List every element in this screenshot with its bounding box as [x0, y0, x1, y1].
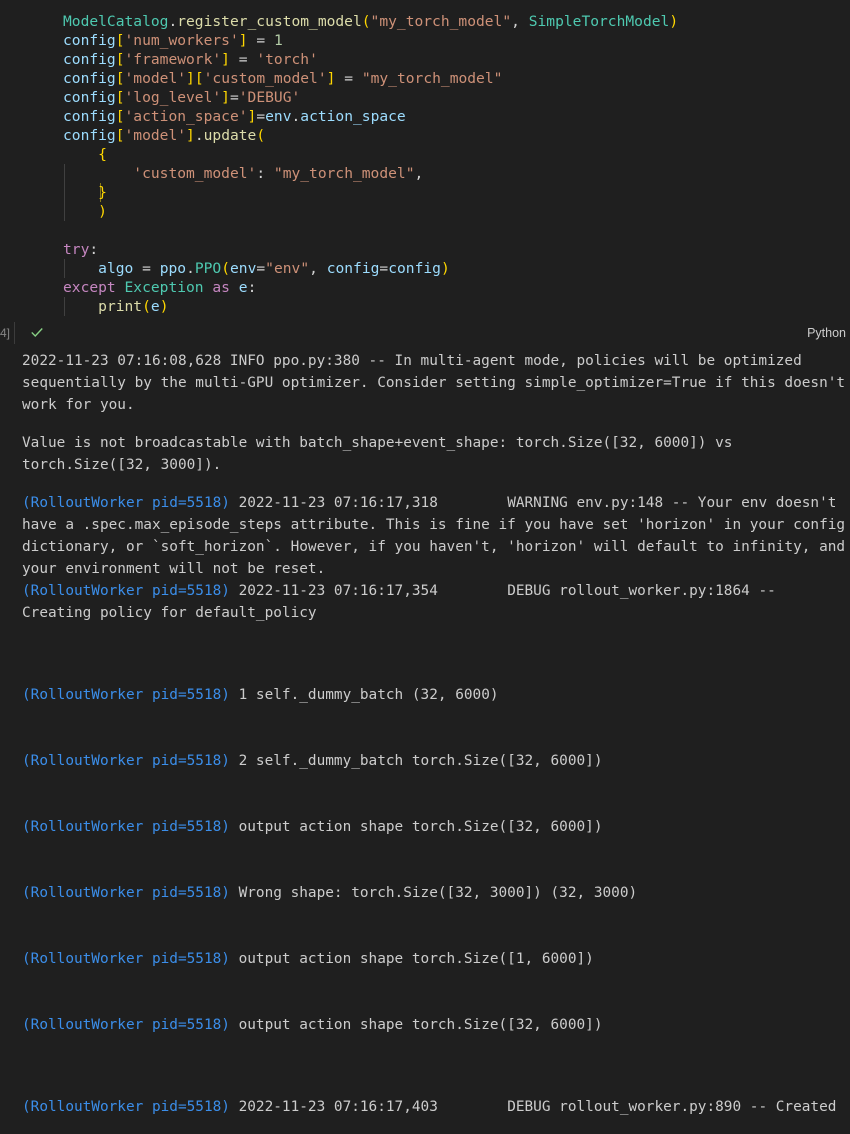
worker-prefix: (RolloutWorker pid=5518) [22, 495, 230, 511]
log-text: 2 self._dummy_batch torch.Size([32, 6000… [229, 753, 603, 769]
log-text: output action shape torch.Size([1, 6000]… [229, 951, 594, 967]
code-line: algo = ppo.PPO(env="env", config=config) [98, 260, 450, 277]
code-line: } [98, 184, 107, 201]
code-line: config['framework'] = 'torch' [63, 51, 318, 68]
code-line: print(e) [98, 298, 169, 315]
log-text: 1 self._dummy_batch (32, 6000) [229, 687, 499, 703]
log-line: (RolloutWorker pid=5518) 1 self._dummy_b… [22, 684, 846, 706]
code-line: ModelCatalog.register_custom_model("my_t… [63, 13, 679, 30]
code-line: config['num_workers'] = 1 [63, 32, 283, 49]
worker-lines: (RolloutWorker pid=5518) 1 self._dummy_b… [22, 640, 846, 1080]
worker-prefix: (RolloutWorker pid=5518) [22, 687, 230, 703]
code-line: config['model']['custom_model'] = "my_to… [63, 70, 503, 87]
code-line: 'custom_model': "my_torch_model", [133, 165, 424, 182]
worker-prefix: (RolloutWorker pid=5518) [22, 1099, 230, 1115]
log-line: (RolloutWorker pid=5518) 2 self._dummy_b… [22, 750, 846, 772]
log-text: output action shape torch.Size([32, 6000… [229, 819, 603, 835]
cell-status-bar: 4] Python [0, 322, 850, 344]
log-text: Wrong shape: torch.Size([32, 3000]) (32,… [229, 885, 638, 901]
worker-prefix: (RolloutWorker pid=5518) [22, 1017, 230, 1033]
log-line: (RolloutWorker pid=5518) output action s… [22, 816, 846, 838]
info-message: 2022-11-23 07:16:08,628 INFO ppo.py:380 … [22, 353, 846, 413]
error-message: Value is not broadcastable with batch_sh… [22, 435, 742, 473]
log-line: (RolloutWorker pid=5518) output action s… [22, 1014, 846, 1036]
log-text: 2022-11-23 07:16:17,403 DEBUG rollout_wo… [229, 1099, 837, 1115]
worker-prefix: (RolloutWorker pid=5518) [22, 583, 230, 599]
code-line: config['action_space']=env.action_space [63, 108, 406, 125]
worker-prefix: (RolloutWorker pid=5518) [22, 951, 230, 967]
code-line: ) [98, 203, 107, 220]
cell-output: 2022-11-23 07:16:08,628 INFO ppo.py:380 … [22, 350, 846, 1134]
code-line: config['model'].update( [63, 127, 266, 144]
worker-prefix: (RolloutWorker pid=5518) [22, 885, 230, 901]
code-text: ModelCatalog.register_custom_model("my_t… [63, 12, 678, 316]
code-cell[interactable]: ModelCatalog.register_custom_model("my_t… [0, 0, 850, 344]
execution-count: 4] [0, 326, 11, 340]
log-line: (RolloutWorker pid=5518) output action s… [22, 948, 846, 970]
last-log-line: (RolloutWorker pid=5518) 2022-11-23 07:1… [22, 1096, 846, 1118]
log-text: output action shape torch.Size([32, 6000… [229, 1017, 603, 1033]
language-selector[interactable]: Python [807, 326, 846, 340]
code-line: try: [63, 241, 99, 258]
worker-prefix: (RolloutWorker pid=5518) [22, 819, 230, 835]
code-line: except Exception as e: [63, 279, 257, 296]
code-editor[interactable]: ModelCatalog.register_custom_model("my_t… [14, 0, 850, 322]
code-line: config['log_level']='DEBUG' [63, 89, 301, 106]
worker-prefix: (RolloutWorker pid=5518) [22, 753, 230, 769]
log-line: (RolloutWorker pid=5518) Wrong shape: to… [22, 882, 846, 904]
warning-message: (RolloutWorker pid=5518) 2022-11-23 07:1… [22, 492, 846, 580]
success-check-icon [31, 328, 43, 337]
debug-message: (RolloutWorker pid=5518) 2022-11-23 07:1… [22, 580, 846, 624]
cell-gutter [0, 0, 15, 344]
code-line: { [98, 146, 107, 163]
